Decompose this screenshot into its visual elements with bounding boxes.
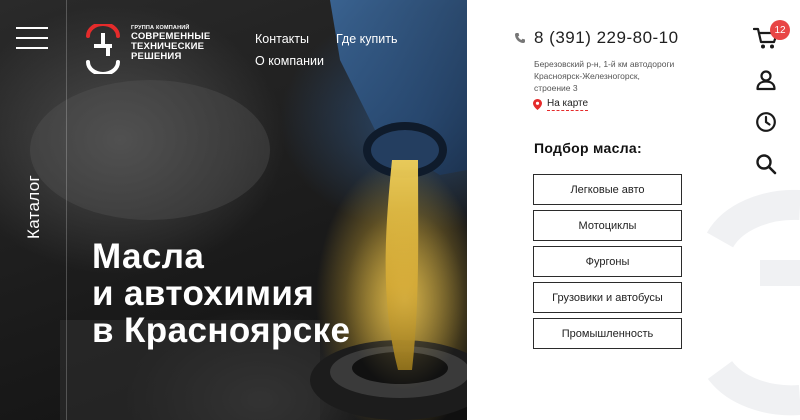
company-logo[interactable]: ГРУППА КОМПАНИЙ СОВРЕМЕННЫЕ ТЕХНИЧЕСКИЕ … <box>84 24 210 74</box>
company-address: Березовский р-н, 1-й км автодороги Красн… <box>534 58 714 94</box>
hero-headline-line-3: в Красноярске <box>92 311 351 350</box>
hero-banner: Каталог ГРУППА КОМПАНИЙ СОВРЕМЕННЫЕ ТЕХН… <box>0 0 467 420</box>
logo-mark-icon <box>86 24 120 74</box>
phone-row: 8 (391) 229-80-10 <box>514 28 679 48</box>
logo-text: ГРУППА КОМПАНИЙ СОВРЕМЕННЫЕ ТЕХНИЧЕСКИЕ … <box>131 24 210 62</box>
nav-where-to-buy-link[interactable]: Где купить <box>336 32 398 46</box>
oil-button-motorcycles[interactable]: Мотоциклы <box>533 210 682 241</box>
phone-icon <box>515 33 525 43</box>
user-icon <box>756 70 776 91</box>
address-line-2: Красноярск-Железногорск, <box>534 71 640 81</box>
oil-button-cars[interactable]: Легковые авто <box>533 174 682 205</box>
account-button[interactable] <box>750 64 782 96</box>
clock-icon <box>756 112 776 132</box>
hero-divider-line <box>66 0 67 420</box>
map-pin-icon <box>533 99 542 110</box>
oil-selection-title: Подбор масла: <box>534 140 642 156</box>
oil-button-trucks-buses[interactable]: Грузовики и автобусы <box>533 282 682 313</box>
oil-button-industry[interactable]: Промышленность <box>533 318 682 349</box>
logo-line-3: РЕШЕНИЯ <box>131 51 182 62</box>
cart-count-badge: 12 <box>770 20 790 40</box>
address-line-1: Березовский р-н, 1-й км автодороги <box>534 59 675 69</box>
hero-headline-line-1: Масла <box>92 237 205 276</box>
oil-button-vans[interactable]: Фургоны <box>533 246 682 277</box>
hamburger-menu-icon <box>16 27 48 29</box>
background-logo-watermark <box>706 189 800 416</box>
hero-background-image <box>30 0 467 420</box>
nav-contacts-link[interactable]: Контакты <box>255 32 309 46</box>
history-button[interactable] <box>750 106 782 138</box>
hero-headline-line-2: и автохимия <box>92 274 315 313</box>
address-line-3: строение 3 <box>534 83 578 93</box>
nav-about-link[interactable]: О компании <box>255 54 324 68</box>
phone-number-link[interactable]: 8 (391) 229-80-10 <box>534 28 679 48</box>
hamburger-menu-button[interactable] <box>16 27 48 49</box>
search-button[interactable] <box>750 148 782 180</box>
map-link[interactable]: На карте <box>533 98 589 111</box>
map-link-label: На карте <box>547 98 589 111</box>
hero-headline: Масла и автохимия в Красноярске <box>92 238 350 349</box>
catalog-link[interactable]: Каталог <box>24 175 44 239</box>
search-icon <box>756 154 777 175</box>
